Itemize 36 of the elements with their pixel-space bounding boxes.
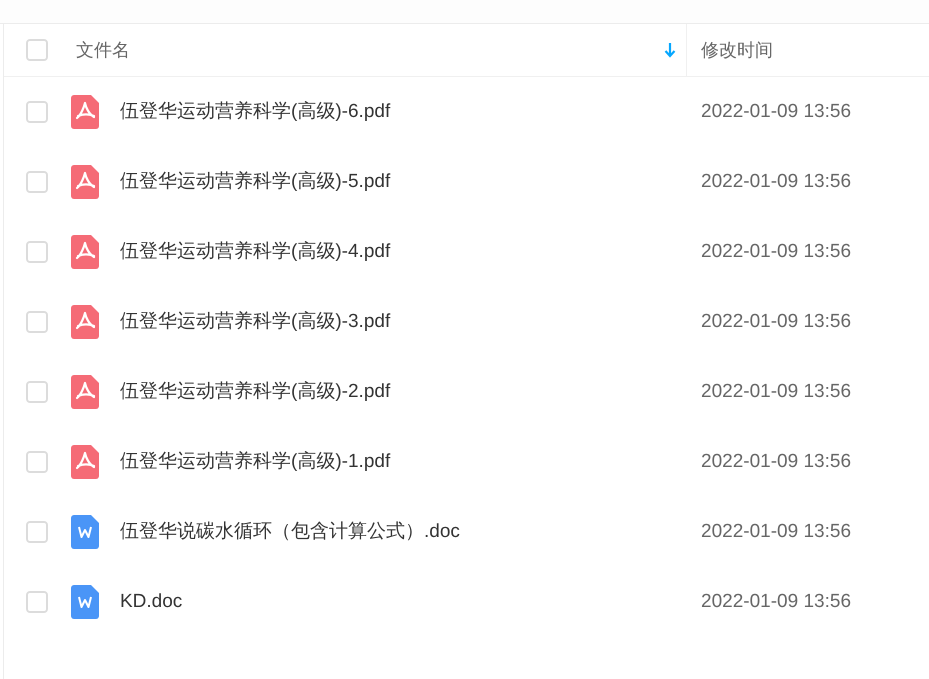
checkbox[interactable] xyxy=(26,101,48,123)
word-file-icon xyxy=(71,515,99,549)
file-name[interactable]: 伍登华运动营养科学(高级)-2.pdf xyxy=(120,378,390,406)
pdf-file-icon xyxy=(71,165,99,199)
pdf-file-icon xyxy=(71,445,99,479)
file-name[interactable]: 伍登华运动营养科学(高级)-4.pdf xyxy=(120,238,390,266)
checkbox[interactable] xyxy=(26,381,48,403)
modified-time: 2022-01-09 13:56 xyxy=(701,590,852,614)
modified-time: 2022-01-09 13:56 xyxy=(701,520,852,544)
file-name[interactable]: 伍登华运动营养科学(高级)-3.pdf xyxy=(120,308,390,336)
pdf-file-icon xyxy=(71,235,99,269)
pdf-file-icon xyxy=(71,95,99,129)
checkbox[interactable] xyxy=(26,521,48,543)
file-name[interactable]: 伍登华运动营养科学(高级)-5.pdf xyxy=(120,168,390,196)
checkbox[interactable] xyxy=(26,241,48,263)
file-name[interactable]: KD.doc xyxy=(120,588,182,616)
column-header[interactable]: 修改时间 xyxy=(701,36,773,64)
file-name[interactable]: 伍登华说碳水循环（包含计算公式）.doc xyxy=(120,518,460,546)
modified-time: 2022-01-09 13:56 xyxy=(701,170,852,194)
checkbox[interactable] xyxy=(26,311,48,333)
pdf-file-icon xyxy=(71,375,99,409)
checkbox[interactable] xyxy=(26,591,48,613)
sort-down-icon[interactable] xyxy=(664,42,676,58)
modified-time: 2022-01-09 13:56 xyxy=(701,450,852,474)
modified-time: 2022-01-09 13:56 xyxy=(701,100,852,124)
modified-time: 2022-01-09 13:56 xyxy=(701,310,852,334)
checkbox[interactable] xyxy=(26,451,48,473)
checkbox[interactable] xyxy=(26,39,48,61)
column-header[interactable]: 文件名 xyxy=(76,36,664,64)
modified-time: 2022-01-09 13:56 xyxy=(701,240,852,264)
modified-time: 2022-01-09 13:56 xyxy=(701,380,852,404)
file-name[interactable]: 伍登华运动营养科学(高级)-1.pdf xyxy=(120,448,390,476)
word-file-icon xyxy=(71,585,99,619)
file-name[interactable]: 伍登华运动营养科学(高级)-6.pdf xyxy=(120,98,390,126)
checkbox[interactable] xyxy=(26,171,48,193)
pdf-file-icon xyxy=(71,305,99,339)
